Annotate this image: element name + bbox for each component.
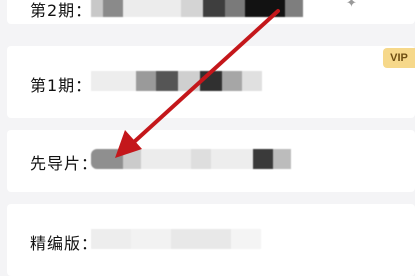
annotation-arrow [115,9,280,158]
